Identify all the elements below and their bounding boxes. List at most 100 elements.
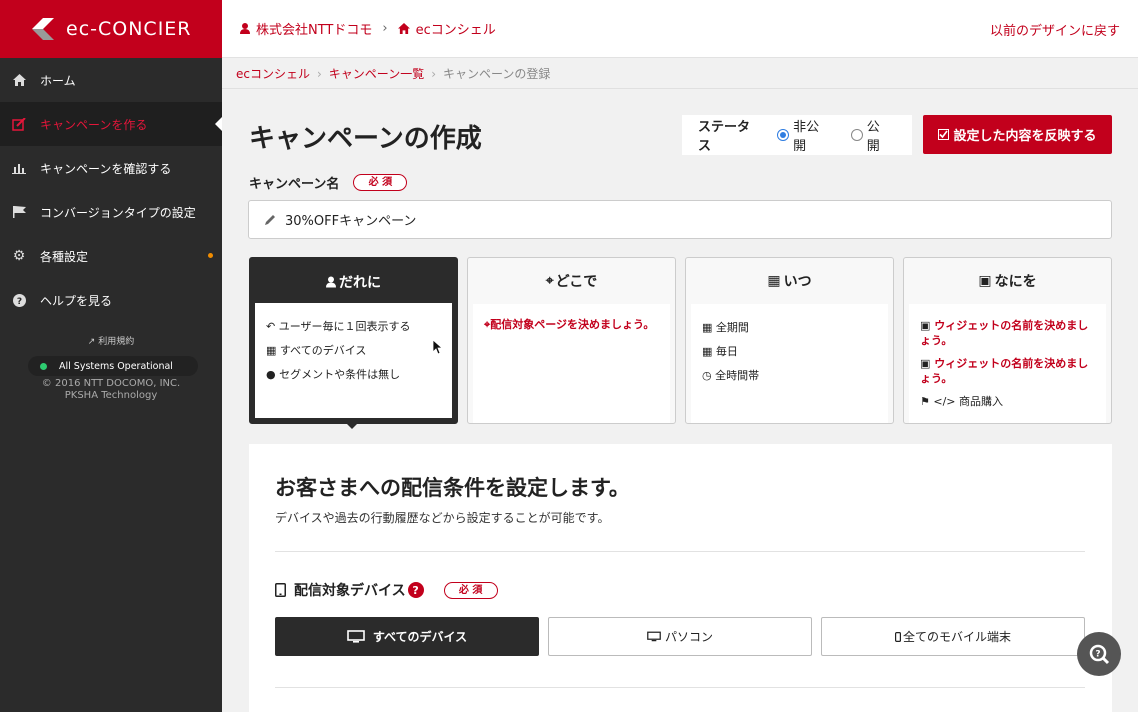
device-mobile-button[interactable]: 全てのモバイル端末 <box>821 617 1085 656</box>
logo-mark-icon <box>28 16 58 42</box>
card-where-body: ⌖配信対象ページを決めましょう。 <box>473 304 670 423</box>
card-line: ▦ すべてのデバイス <box>266 339 441 363</box>
card-when-title: いつ <box>783 274 812 290</box>
system-status[interactable]: All Systems Operational <box>28 356 198 376</box>
card-line: ◷ 全時間帯 <box>702 364 877 388</box>
campaign-name-input[interactable]: 30%OFFキャンペーン <box>248 200 1112 239</box>
card-line-text: 配信対象ページを決めましょう。 <box>490 318 655 331</box>
campaign-name-label: キャンペーン名 <box>249 177 340 192</box>
device-pc-button[interactable]: パソコン <box>548 617 812 656</box>
breadcrumb-root[interactable]: ecコンシェル <box>236 65 310 82</box>
card-line-text: ウィジェットの名前を決めましょう。 <box>920 319 1089 347</box>
device-option-label: 全てのモバイル端末 <box>902 630 1011 644</box>
notification-dot <box>208 253 213 258</box>
card-pointer-icon <box>345 422 359 436</box>
status-private-label: 非公開 <box>793 120 820 154</box>
apply-settings-button[interactable]: 設定した内容を反映する <box>923 115 1112 154</box>
card-line-text: 全時間帯 <box>715 369 760 382</box>
settings-panel: お客さまへの配信条件を設定します。 デバイスや過去の行動履歴などから設定すること… <box>249 444 1112 712</box>
card-where[interactable]: ⌖ どこで ⌖配信対象ページを決めましょう。 <box>467 257 676 424</box>
divider <box>275 551 1085 552</box>
device-option-label: パソコン <box>664 630 713 644</box>
map-marker-icon: ⌖ <box>545 273 554 289</box>
copyright: © 2016 NTT DOCOMO, INC. PKSHA Technology <box>0 378 222 402</box>
user-icon <box>326 276 336 288</box>
card-line: ⚑ </> 商品購入 <box>920 394 1095 409</box>
sidebar-item-check-campaign[interactable]: キャンペーンを確認する <box>0 146 222 190</box>
card-when[interactable]: ▦ いつ ▦ 全期間 ▦ 毎日 ◷ 全時間帯 <box>685 257 894 424</box>
mouse-cursor-icon <box>433 340 443 355</box>
breadcrumb-list[interactable]: キャンペーン一覧 <box>329 65 424 82</box>
gear-icon: ⚙ <box>12 248 26 264</box>
card-when-body: ▦ 全期間 ▦ 毎日 ◷ 全時間帯 <box>691 304 888 423</box>
pencil-icon <box>263 213 277 227</box>
panel-heading: お客さまへの配信条件を設定します。 <box>275 476 630 500</box>
card-who[interactable]: だれに ↶ ユーザー毎に１回表示する ▦ すべてのデバイス ● セグメントや条件… <box>249 257 458 424</box>
radio-checked-icon <box>777 129 790 141</box>
sidebar-item-conversion[interactable]: コンバージョンタイプの設定 <box>0 190 222 234</box>
sidebar-item-label: 各種設定 <box>40 249 89 264</box>
mobile-icon <box>894 631 901 642</box>
apply-button-label: 設定した内容を反映する <box>953 129 1097 144</box>
panel-description: デバイスや過去の行動履歴などから設定することが可能です。 <box>275 511 610 525</box>
status-public-label: 公開 <box>866 120 880 154</box>
sidebar-nav: ホーム キャンペーンを作る キャンペーンを確認する コンバージョンタイプの設定 … <box>0 58 222 322</box>
device-all-button[interactable]: すべてのデバイス <box>275 617 539 656</box>
campaign-name-value: 30%OFFキャンペーン <box>285 214 417 229</box>
card-line: ▦ 全期間 <box>702 316 877 340</box>
breadcrumb: ecコンシェル › キャンペーン一覧 › キャンペーンの登録 <box>222 59 1138 89</box>
desktop-icon <box>647 631 661 642</box>
card-where-header: ⌖ どこで <box>468 258 675 304</box>
image-icon: ▣ <box>978 273 992 289</box>
card-who-title: だれに <box>339 274 381 291</box>
card-what-title: なにを <box>994 274 1037 290</box>
help-icon: ? <box>12 293 26 307</box>
sidebar-item-label: コンバージョンタイプの設定 <box>40 205 196 220</box>
card-what[interactable]: ▣ なにを ▣ ウィジェットの名前を決めましょう。 ▣ ウィジェットの名前を決めま… <box>903 257 1112 424</box>
radio-unchecked-icon <box>851 129 863 141</box>
svg-text:?: ? <box>16 297 21 307</box>
logo-text: ec-CONCIER <box>66 18 192 40</box>
terms-link[interactable]: ↗ 利用規約 <box>0 334 222 347</box>
card-line: ● セグメントや条件は無し <box>266 363 441 387</box>
card-line-text: 毎日 <box>715 345 738 358</box>
top-bar: 株式会社NTTドコモ › ecコンシェル 以前のデザインに戻す <box>222 0 1138 58</box>
sidebar-item-label: ヘルプを見る <box>40 293 113 308</box>
breadcrumb-separator: › <box>316 66 322 81</box>
card-line-text: ユーザー毎に１回表示する <box>278 320 411 333</box>
image-icon: ▣ <box>920 357 931 370</box>
device-option-label: すべてのデバイス <box>372 630 468 644</box>
search-fab-button[interactable]: ? <box>1077 632 1121 676</box>
device-label: 配信対象デバイス <box>294 583 406 599</box>
card-line-text: セグメントや条件は無し <box>279 368 401 381</box>
checkbox-icon <box>938 129 950 140</box>
help-icon[interactable]: ? <box>407 582 424 598</box>
grid-icon: ▦ <box>266 344 277 357</box>
home-icon <box>397 23 410 34</box>
back-to-old-design-link[interactable]: 以前のデザインに戻す <box>990 20 1120 39</box>
card-what-body: ▣ ウィジェットの名前を決めましょう。 ▣ ウィジェットの名前を決めましょう。 … <box>909 304 1106 423</box>
reply-icon: ↶ <box>266 320 276 333</box>
chevron-right-icon: › <box>382 21 388 36</box>
status-private-radio[interactable]: 非公開 <box>777 116 831 154</box>
sidebar-item-create-campaign[interactable]: キャンペーンを作る <box>0 102 222 146</box>
card-where-title: どこで <box>555 274 598 290</box>
user-icon: ● <box>266 368 276 381</box>
card-line: ▦ 毎日 <box>702 340 877 364</box>
service-link[interactable]: ecコンシェル <box>416 19 496 38</box>
sidebar-item-home[interactable]: ホーム <box>0 58 222 102</box>
image-icon: ▣ <box>920 319 931 332</box>
calendar-icon: ▦ <box>702 345 713 358</box>
external-link-icon: ↗ <box>87 337 99 347</box>
logo[interactable]: ec-CONCIER <box>0 0 222 58</box>
company-link[interactable]: 株式会社NTTドコモ <box>256 19 372 38</box>
user-icon <box>240 23 250 34</box>
status-public-radio[interactable]: 公開 <box>851 116 892 154</box>
status-label: ステータス <box>698 120 751 154</box>
flag-icon: ⚑ <box>920 395 930 408</box>
sidebar-item-help[interactable]: ? ヘルプを見る <box>0 278 222 322</box>
card-line-text: 全期間 <box>715 321 749 334</box>
clock-icon: ◷ <box>702 369 712 382</box>
status-selector: ステータス 非公開 公開 <box>682 115 912 155</box>
sidebar-item-settings[interactable]: ⚙ 各種設定 <box>0 234 222 278</box>
